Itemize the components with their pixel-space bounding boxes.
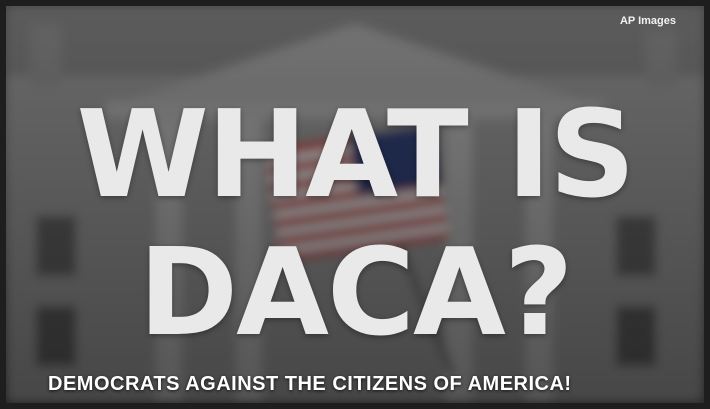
image-frame: AP Images WHAT IS DACA? DEMOCRATS AGAINS… bbox=[0, 0, 710, 409]
background-photo: AP Images WHAT IS DACA? DEMOCRATS AGAINS… bbox=[6, 6, 704, 403]
caption-text: DEMOCRATS AGAINST THE CITIZENS OF AMERIC… bbox=[48, 373, 572, 395]
headline-line-2: DACA? bbox=[138, 224, 573, 363]
headline-line-1: WHAT IS bbox=[76, 86, 635, 225]
watermark-label: AP Images bbox=[619, 15, 676, 27]
